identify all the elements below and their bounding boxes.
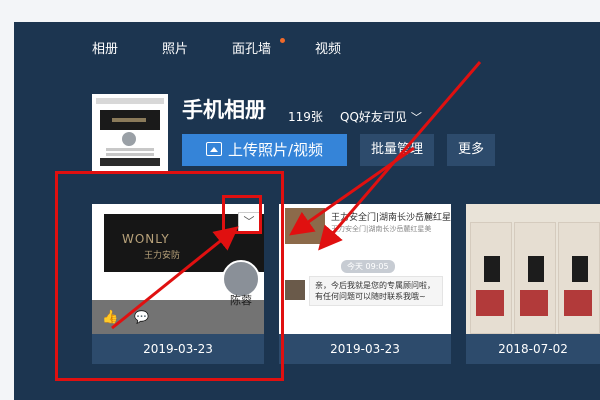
- annotation-arrows: [111, 61, 482, 330]
- annotation-arrow: [289, 146, 415, 236]
- annotation-arrow: [318, 61, 482, 251]
- annotation-arrow: [111, 226, 239, 330]
